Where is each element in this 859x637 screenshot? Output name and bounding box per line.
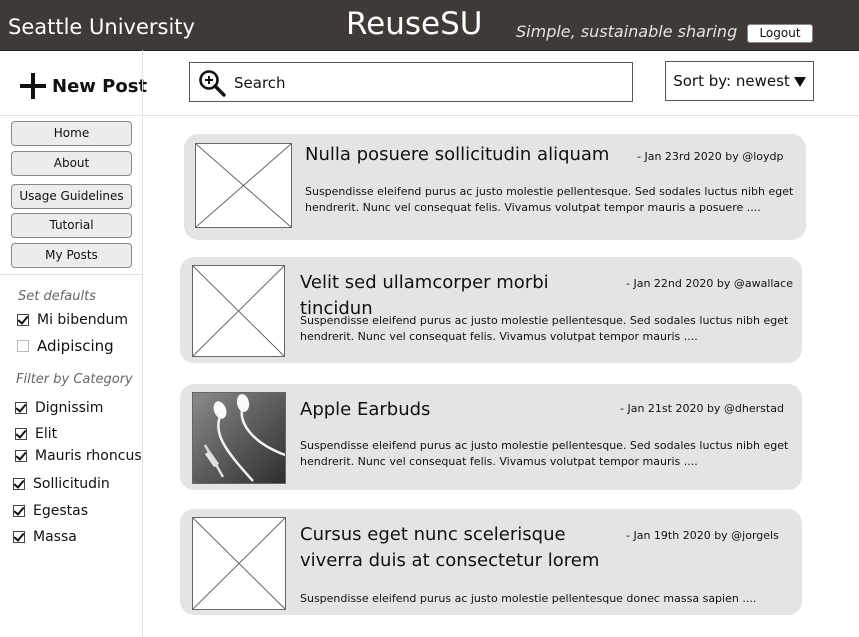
checkbox-checked[interactable]	[13, 531, 25, 543]
post-card[interactable]: Nulla posuere sollicitudin aliquam - Jan…	[184, 134, 806, 240]
category-checkbox[interactable]: Dignissim	[15, 400, 103, 416]
checkbox-checked[interactable]	[15, 450, 27, 462]
plus-icon	[20, 73, 46, 99]
new-post-button[interactable]: New Post	[20, 72, 147, 100]
sidebar-section-divider	[0, 274, 142, 275]
post-card[interactable]: Cursus eget nunc scelerisque viverra dui…	[180, 509, 802, 615]
toolbar-divider	[0, 115, 859, 116]
post-title[interactable]: Cursus eget nunc scelerisque viverra dui…	[300, 522, 622, 574]
sort-label: Sort by: newest	[673, 72, 790, 90]
nav-usage-guidelines-button[interactable]: Usage Guidelines	[11, 184, 132, 209]
logout-button[interactable]: Logout	[747, 24, 813, 43]
sort-dropdown[interactable]: Sort by: newest	[665, 61, 814, 101]
checkbox-label: Massa	[33, 529, 77, 545]
image-placeholder-icon	[192, 517, 286, 610]
checkbox-checked[interactable]	[13, 478, 25, 490]
tagline: Simple, sustainable sharing	[516, 22, 738, 41]
category-checkbox[interactable]: Elit	[15, 426, 57, 442]
post-body: Suspendisse eleifend purus ac justo mole…	[300, 314, 789, 343]
image-placeholder-icon	[195, 143, 292, 228]
checkbox-checked[interactable]	[15, 402, 27, 414]
post-card[interactable]: Apple Earbuds - Jan 21st 2020 by @dherst…	[180, 384, 802, 490]
checkbox-label: Egestas	[33, 503, 89, 519]
post-body: Suspendisse eleifend purus ac justo mole…	[300, 592, 757, 605]
post-meta: - Jan 23rd 2020 by @loydp	[637, 150, 784, 163]
new-post-label: New Post	[52, 75, 148, 97]
search-bar[interactable]	[189, 62, 633, 102]
app-header: Seattle University ReuseSU Simple, susta…	[0, 0, 859, 51]
post-meta: - Jan 21st 2020 by @dherstad	[620, 402, 784, 415]
checkbox-unchecked[interactable]	[17, 340, 29, 352]
category-checkbox[interactable]: Massa	[13, 529, 77, 545]
checkbox-label: Sollicitudin	[33, 476, 110, 492]
checkbox-label: Adipiscing	[37, 337, 114, 355]
app-title: ReuseSU	[346, 6, 483, 42]
checkbox-checked[interactable]	[13, 505, 25, 517]
checkbox-label: Mi bibendum	[37, 312, 128, 328]
category-checkbox[interactable]: Sollicitudin	[13, 476, 110, 492]
post-body: Suspendisse eleifend purus ac justo mole…	[300, 439, 789, 468]
category-checkbox[interactable]: Egestas	[13, 503, 88, 519]
post-card[interactable]: Velit sed ullamcorper morbi tincidun - J…	[180, 257, 802, 363]
checkbox-label: Mauris rhoncus	[35, 448, 142, 464]
set-defaults-heading: Set defaults	[18, 289, 96, 304]
checkbox-checked[interactable]	[15, 428, 27, 440]
post-title[interactable]: Apple Earbuds	[300, 397, 620, 423]
search-input[interactable]	[232, 71, 616, 95]
default-checkbox[interactable]: Adipiscing	[17, 337, 114, 355]
nav-tutorial-button[interactable]: Tutorial	[11, 213, 132, 238]
nav-my-posts-button[interactable]: My Posts	[11, 243, 132, 268]
default-checkbox[interactable]: Mi bibendum	[17, 312, 128, 328]
filter-category-heading: Filter by Category	[16, 372, 133, 387]
post-body: Suspendisse eleifend purus ac justo mole…	[305, 185, 794, 214]
caret-down-icon	[793, 76, 806, 87]
checkbox-label: Dignissim	[35, 400, 104, 416]
post-meta: - Jan 22nd 2020 by @awallace	[626, 277, 793, 290]
earbuds-photo	[192, 392, 286, 484]
nav-about-button[interactable]: About	[11, 151, 132, 176]
sidebar-divider	[142, 50, 143, 637]
post-meta: - Jan 19th 2020 by @jorgels	[626, 529, 779, 542]
checkbox-checked[interactable]	[17, 314, 29, 326]
checkbox-label: Elit	[35, 426, 58, 442]
category-checkbox[interactable]: Mauris rhoncus	[15, 448, 142, 464]
image-placeholder-icon	[192, 265, 285, 357]
post-title[interactable]: Nulla posuere sollicitudin aliquam	[305, 142, 635, 168]
nav-home-button[interactable]: Home	[11, 121, 132, 146]
school-name: Seattle University	[8, 15, 195, 39]
search-icon	[199, 70, 226, 97]
